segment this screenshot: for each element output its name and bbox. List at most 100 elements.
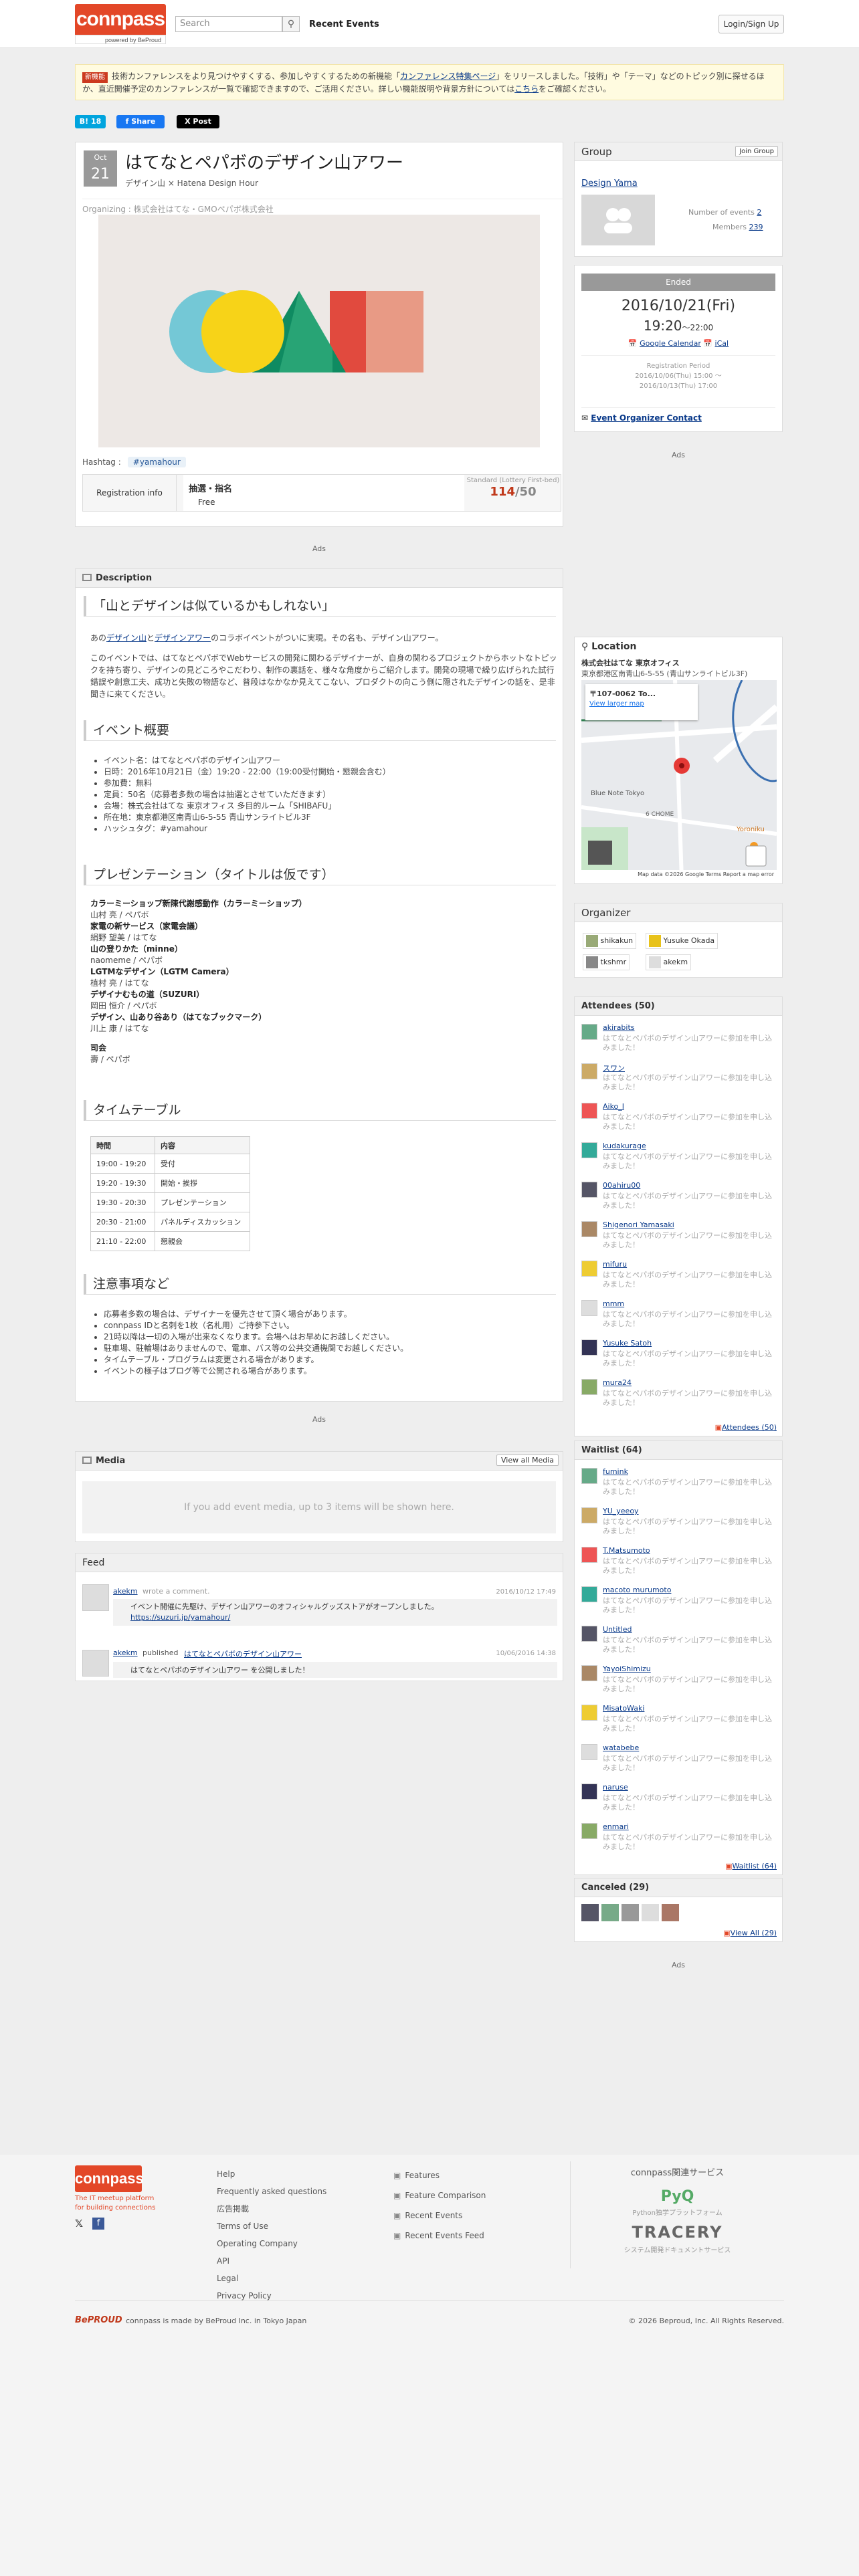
list-item[interactable]: 00ahiru00 はてなとペパボのデザイン山アワーに参加を申し込みました！: [581, 1180, 775, 1218]
avatar[interactable]: [581, 1261, 597, 1277]
design-yama-link[interactable]: デザイン山: [106, 633, 147, 643]
feed-user-2[interactable]: akekm: [113, 1648, 138, 1657]
avatar[interactable]: [642, 1904, 659, 1921]
list-item[interactable]: enmari はてなとペパボのデザイン山アワーに参加を申し込みました！: [581, 1822, 775, 1859]
avatar[interactable]: [581, 1379, 597, 1395]
view-all-media-button[interactable]: View all Media: [496, 1455, 559, 1466]
avatar[interactable]: [82, 1584, 109, 1611]
organizer-chip[interactable]: shikakun: [583, 933, 637, 949]
avatar[interactable]: [581, 1547, 597, 1563]
footer-link[interactable]: Help: [217, 2165, 326, 2183]
events-count[interactable]: 2: [757, 208, 761, 217]
user-name[interactable]: Aiko_I: [603, 1102, 624, 1111]
list-item[interactable]: kudakurage はてなとペパボのデザイン山アワーに参加を申し込みました！: [581, 1141, 775, 1178]
beproud-logo[interactable]: BePROUD: [75, 2315, 122, 2325]
user-name[interactable]: Untitled: [603, 1625, 632, 1634]
recent-events-link[interactable]: Recent Events: [309, 19, 379, 29]
facebook-share-button[interactable]: f Share: [116, 115, 165, 128]
canceled-more-link[interactable]: View All (29): [731, 1929, 777, 1937]
avatar[interactable]: [581, 1300, 597, 1316]
user-name[interactable]: Shigenori Yamasaki: [603, 1220, 674, 1229]
avatar[interactable]: [581, 1823, 597, 1839]
user-name[interactable]: Yusuke Satoh: [603, 1339, 652, 1348]
hatena-bookmark-button[interactable]: B! 18: [75, 115, 106, 128]
avatar[interactable]: [662, 1904, 679, 1921]
avatar[interactable]: [622, 1904, 639, 1921]
user-name[interactable]: watabebe: [603, 1743, 639, 1752]
avatar[interactable]: [581, 1626, 597, 1642]
avatar[interactable]: [581, 1586, 597, 1602]
avatar[interactable]: [581, 1142, 597, 1158]
user-name[interactable]: YU_yeeoy: [603, 1507, 639, 1515]
hashtag-tag[interactable]: #yamahour: [127, 457, 186, 467]
list-item[interactable]: mura24 はてなとペパボのデザイン山アワーに参加を申し込みました！: [581, 1378, 775, 1415]
ical-link[interactable]: iCal: [715, 339, 729, 348]
user-name[interactable]: mifuru: [603, 1260, 627, 1269]
feed-event-link[interactable]: はてなとペパボのデザイン山アワー: [184, 1648, 302, 1659]
view-larger-map-link[interactable]: View larger map: [589, 700, 644, 708]
footer-link[interactable]: Privacy Policy: [217, 2287, 326, 2304]
footer-link[interactable]: ▣ Recent Events Feed: [393, 2226, 486, 2246]
avatar[interactable]: [581, 1468, 597, 1484]
avatar[interactable]: [581, 1744, 597, 1760]
x-icon[interactable]: 𝕏: [75, 2218, 83, 2230]
avatar[interactable]: [581, 1024, 597, 1040]
user-name[interactable]: YayoiShimizu: [603, 1665, 651, 1673]
attendees-more-link[interactable]: Attendees (50): [722, 1423, 777, 1432]
pyq-logo[interactable]: PyQ: [571, 2188, 784, 2205]
list-item[interactable]: Aiko_I はてなとペパボのデザイン山アワーに参加を申し込みました！: [581, 1101, 775, 1139]
members-count[interactable]: 239: [749, 223, 763, 231]
avatar[interactable]: [581, 1784, 597, 1800]
avatar[interactable]: [581, 1221, 597, 1237]
footer-link[interactable]: ▣ Recent Events: [393, 2206, 486, 2226]
avatar[interactable]: [581, 1507, 597, 1523]
organizer-chip[interactable]: tkshmr: [583, 954, 630, 970]
join-group-button[interactable]: Join Group: [735, 146, 778, 156]
avatar[interactable]: [581, 1904, 599, 1921]
user-name[interactable]: akirabits: [603, 1023, 635, 1032]
list-item[interactable]: watabebe はてなとペパボのデザイン山アワーに参加を申し込みました！: [581, 1743, 775, 1780]
facebook-icon[interactable]: f: [92, 2218, 104, 2230]
login-button[interactable]: Login/Sign Up: [719, 15, 784, 33]
organizer-chip[interactable]: akekm: [646, 954, 692, 970]
list-item[interactable]: Yusuke Satoh はてなとペパボのデザイン山アワーに参加を申し込みました！: [581, 1338, 775, 1376]
map[interactable]: 〒107-0062 To... View larger map Blue Note…: [581, 680, 777, 879]
user-name[interactable]: スワン: [603, 1063, 625, 1073]
notice-link[interactable]: カンファレンス特集ページ: [400, 72, 496, 81]
google-calendar-link[interactable]: Google Calendar: [640, 339, 701, 348]
search-icon[interactable]: ⚲: [282, 16, 300, 32]
user-name[interactable]: mmm: [603, 1299, 624, 1308]
avatar[interactable]: [601, 1904, 619, 1921]
footer-link[interactable]: API: [217, 2252, 326, 2270]
group-people-icon[interactable]: [581, 195, 655, 245]
notice-link-2[interactable]: こちら: [514, 84, 539, 94]
list-item[interactable]: MisatoWaki はてなとペパボのデザイン山アワーに参加を申し込みました！: [581, 1703, 775, 1741]
organizer-chip[interactable]: Yusuke Okada: [646, 933, 719, 949]
user-name[interactable]: T.Matsumoto: [603, 1546, 650, 1555]
list-item[interactable]: T.Matsumoto はてなとペパボのデザイン山アワーに参加を申し込みました！: [581, 1545, 775, 1583]
footer-link[interactable]: ▣ Feature Comparison: [393, 2185, 486, 2206]
list-item[interactable]: Shigenori Yamasaki はてなとペパボのデザイン山アワーに参加を申し…: [581, 1220, 775, 1257]
user-name[interactable]: naruse: [603, 1783, 628, 1792]
feed-user[interactable]: akekm: [113, 1587, 138, 1596]
footer-link[interactable]: Legal: [217, 2270, 326, 2287]
connpass-logo[interactable]: connpass powered by BeProud: [75, 4, 166, 44]
avatar[interactable]: [581, 1063, 597, 1079]
user-name[interactable]: mura24: [603, 1378, 632, 1387]
list-item[interactable]: fumink はてなとペパボのデザイン山アワーに参加を申し込みました！: [581, 1467, 775, 1504]
waitlist-more-link[interactable]: Waitlist (64): [732, 1862, 777, 1870]
user-name[interactable]: enmari: [603, 1822, 629, 1831]
list-item[interactable]: YayoiShimizu はてなとペパボのデザイン山アワーに参加を申し込みました！: [581, 1664, 775, 1701]
user-name[interactable]: MisatoWaki: [603, 1704, 644, 1713]
user-name[interactable]: 00ahiru00: [603, 1181, 640, 1190]
list-item[interactable]: Untitled はてなとペパボのデザイン山アワーに参加を申し込みました！: [581, 1624, 775, 1662]
footer-link[interactable]: 広告掲載: [217, 2200, 326, 2218]
footer-link[interactable]: ▣ Features: [393, 2165, 486, 2185]
avatar[interactable]: [581, 1103, 597, 1119]
footer-logo[interactable]: connpass: [75, 2165, 144, 2192]
footer-link[interactable]: Terms of Use: [217, 2218, 326, 2235]
x-post-button[interactable]: X Post: [177, 115, 219, 128]
group-name-link[interactable]: Design Yama: [581, 179, 638, 189]
list-item[interactable]: akirabits はてなとペパボのデザイン山アワーに参加を申し込みました！: [581, 1023, 775, 1060]
avatar[interactable]: [581, 1705, 597, 1721]
